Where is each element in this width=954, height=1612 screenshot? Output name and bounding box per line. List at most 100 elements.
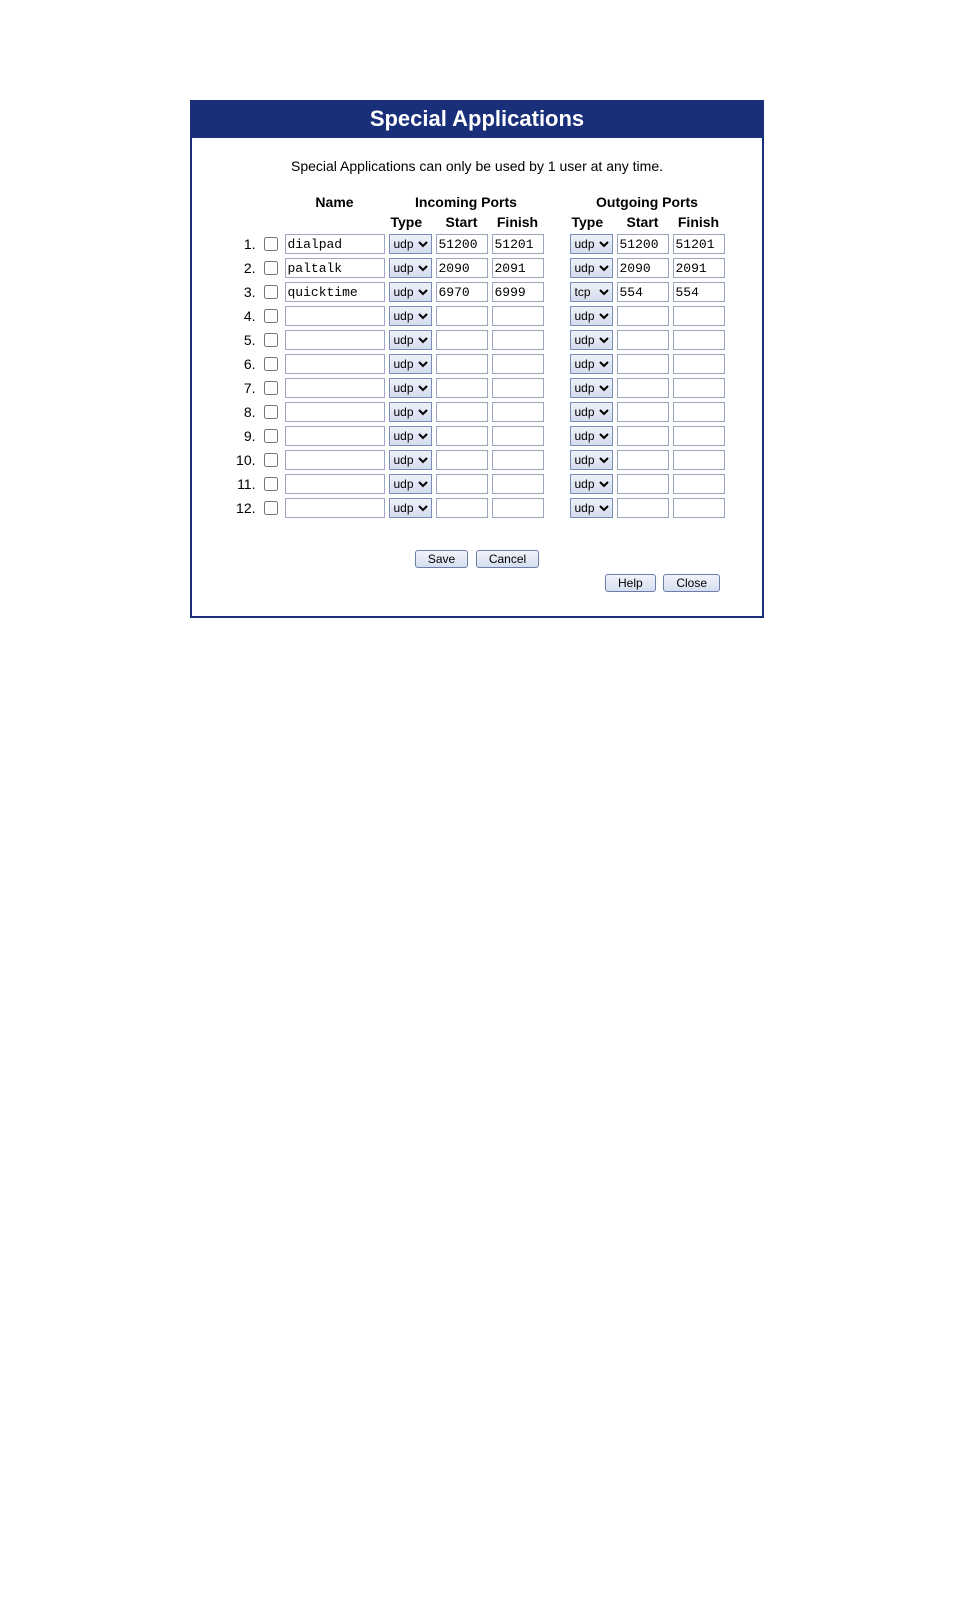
name-input[interactable] (285, 330, 385, 350)
incoming-start-input[interactable] (436, 330, 488, 350)
incoming-finish-input[interactable] (492, 354, 544, 374)
incoming-type-select[interactable]: udptcp (389, 354, 432, 374)
name-input[interactable] (285, 402, 385, 422)
outgoing-start-input[interactable] (617, 234, 669, 254)
outgoing-type-select[interactable]: udptcp (570, 498, 613, 518)
incoming-start-input[interactable] (436, 378, 488, 398)
outgoing-start-input[interactable] (617, 402, 669, 422)
incoming-type-select[interactable]: udptcp (389, 306, 432, 326)
incoming-finish-input[interactable] (492, 330, 544, 350)
name-input[interactable] (285, 378, 385, 398)
incoming-finish-input[interactable] (492, 426, 544, 446)
outgoing-finish-input[interactable] (673, 402, 725, 422)
enable-checkbox[interactable] (264, 501, 278, 515)
close-button[interactable]: Close (663, 574, 720, 592)
name-input[interactable] (285, 498, 385, 518)
outgoing-finish-input[interactable] (673, 282, 725, 302)
name-input[interactable] (285, 450, 385, 470)
incoming-type-select[interactable]: udptcp (389, 282, 432, 302)
incoming-finish-input[interactable] (492, 450, 544, 470)
outgoing-type-select[interactable]: udptcp (570, 378, 613, 398)
incoming-start-input[interactable] (436, 474, 488, 494)
enable-checkbox[interactable] (264, 285, 278, 299)
incoming-type-select[interactable]: udptcp (389, 402, 432, 422)
outgoing-start-input[interactable] (617, 474, 669, 494)
enable-checkbox[interactable] (264, 453, 278, 467)
incoming-start-input[interactable] (436, 282, 488, 302)
outgoing-finish-input[interactable] (673, 330, 725, 350)
enable-checkbox[interactable] (264, 333, 278, 347)
outgoing-start-input[interactable] (617, 282, 669, 302)
name-input[interactable] (285, 474, 385, 494)
name-input[interactable] (285, 282, 385, 302)
incoming-finish-input[interactable] (492, 282, 544, 302)
outgoing-type-select[interactable]: udptcp (570, 306, 613, 326)
incoming-start-input[interactable] (436, 450, 488, 470)
outgoing-type-select[interactable]: udptcp (570, 426, 613, 446)
enable-checkbox[interactable] (264, 381, 278, 395)
outgoing-type-select[interactable]: udptcp (570, 282, 613, 302)
enable-checkbox[interactable] (264, 357, 278, 371)
name-input[interactable] (285, 234, 385, 254)
incoming-type-select[interactable]: udptcp (389, 234, 432, 254)
incoming-type-select[interactable]: udptcp (389, 450, 432, 470)
outgoing-finish-input[interactable] (673, 426, 725, 446)
outgoing-start-input[interactable] (617, 330, 669, 350)
outgoing-type-select[interactable]: udptcp (570, 474, 613, 494)
help-button[interactable]: Help (605, 574, 656, 592)
incoming-finish-input[interactable] (492, 474, 544, 494)
name-input[interactable] (285, 258, 385, 278)
save-button[interactable]: Save (415, 550, 468, 568)
incoming-type-select[interactable]: udptcp (389, 330, 432, 350)
incoming-type-select[interactable]: udptcp (389, 498, 432, 518)
enable-checkbox[interactable] (264, 261, 278, 275)
incoming-start-input[interactable] (436, 306, 488, 326)
enable-checkbox[interactable] (264, 429, 278, 443)
incoming-start-input[interactable] (436, 402, 488, 422)
outgoing-finish-input[interactable] (673, 474, 725, 494)
incoming-type-select[interactable]: udptcp (389, 426, 432, 446)
incoming-finish-input[interactable] (492, 498, 544, 518)
incoming-start-input[interactable] (436, 234, 488, 254)
enable-checkbox[interactable] (264, 477, 278, 491)
outgoing-finish-input[interactable] (673, 258, 725, 278)
incoming-finish-input[interactable] (492, 234, 544, 254)
incoming-finish-input[interactable] (492, 258, 544, 278)
cancel-button[interactable]: Cancel (476, 550, 539, 568)
incoming-start-input[interactable] (436, 426, 488, 446)
outgoing-start-input[interactable] (617, 450, 669, 470)
outgoing-start-input[interactable] (617, 426, 669, 446)
incoming-start-input[interactable] (436, 258, 488, 278)
incoming-finish-input[interactable] (492, 402, 544, 422)
incoming-type-select[interactable]: udptcp (389, 258, 432, 278)
incoming-type-select[interactable]: udptcp (389, 378, 432, 398)
name-input[interactable] (285, 426, 385, 446)
outgoing-start-input[interactable] (617, 258, 669, 278)
outgoing-start-input[interactable] (617, 378, 669, 398)
outgoing-finish-input[interactable] (673, 450, 725, 470)
outgoing-finish-input[interactable] (673, 306, 725, 326)
outgoing-finish-input[interactable] (673, 378, 725, 398)
incoming-finish-input[interactable] (492, 378, 544, 398)
incoming-start-input[interactable] (436, 354, 488, 374)
outgoing-type-select[interactable]: udptcp (570, 330, 613, 350)
outgoing-finish-input[interactable] (673, 354, 725, 374)
name-input[interactable] (285, 354, 385, 374)
name-input[interactable] (285, 306, 385, 326)
outgoing-type-select[interactable]: udptcp (570, 258, 613, 278)
outgoing-type-select[interactable]: udptcp (570, 402, 613, 422)
outgoing-start-input[interactable] (617, 354, 669, 374)
incoming-type-select[interactable]: udptcp (389, 474, 432, 494)
enable-checkbox[interactable] (264, 405, 278, 419)
outgoing-type-select[interactable]: udptcp (570, 234, 613, 254)
outgoing-type-select[interactable]: udptcp (570, 450, 613, 470)
enable-checkbox[interactable] (264, 309, 278, 323)
outgoing-start-input[interactable] (617, 306, 669, 326)
outgoing-finish-input[interactable] (673, 498, 725, 518)
incoming-finish-input[interactable] (492, 306, 544, 326)
outgoing-start-input[interactable] (617, 498, 669, 518)
outgoing-type-select[interactable]: udptcp (570, 354, 613, 374)
enable-checkbox[interactable] (264, 237, 278, 251)
incoming-start-input[interactable] (436, 498, 488, 518)
outgoing-finish-input[interactable] (673, 234, 725, 254)
